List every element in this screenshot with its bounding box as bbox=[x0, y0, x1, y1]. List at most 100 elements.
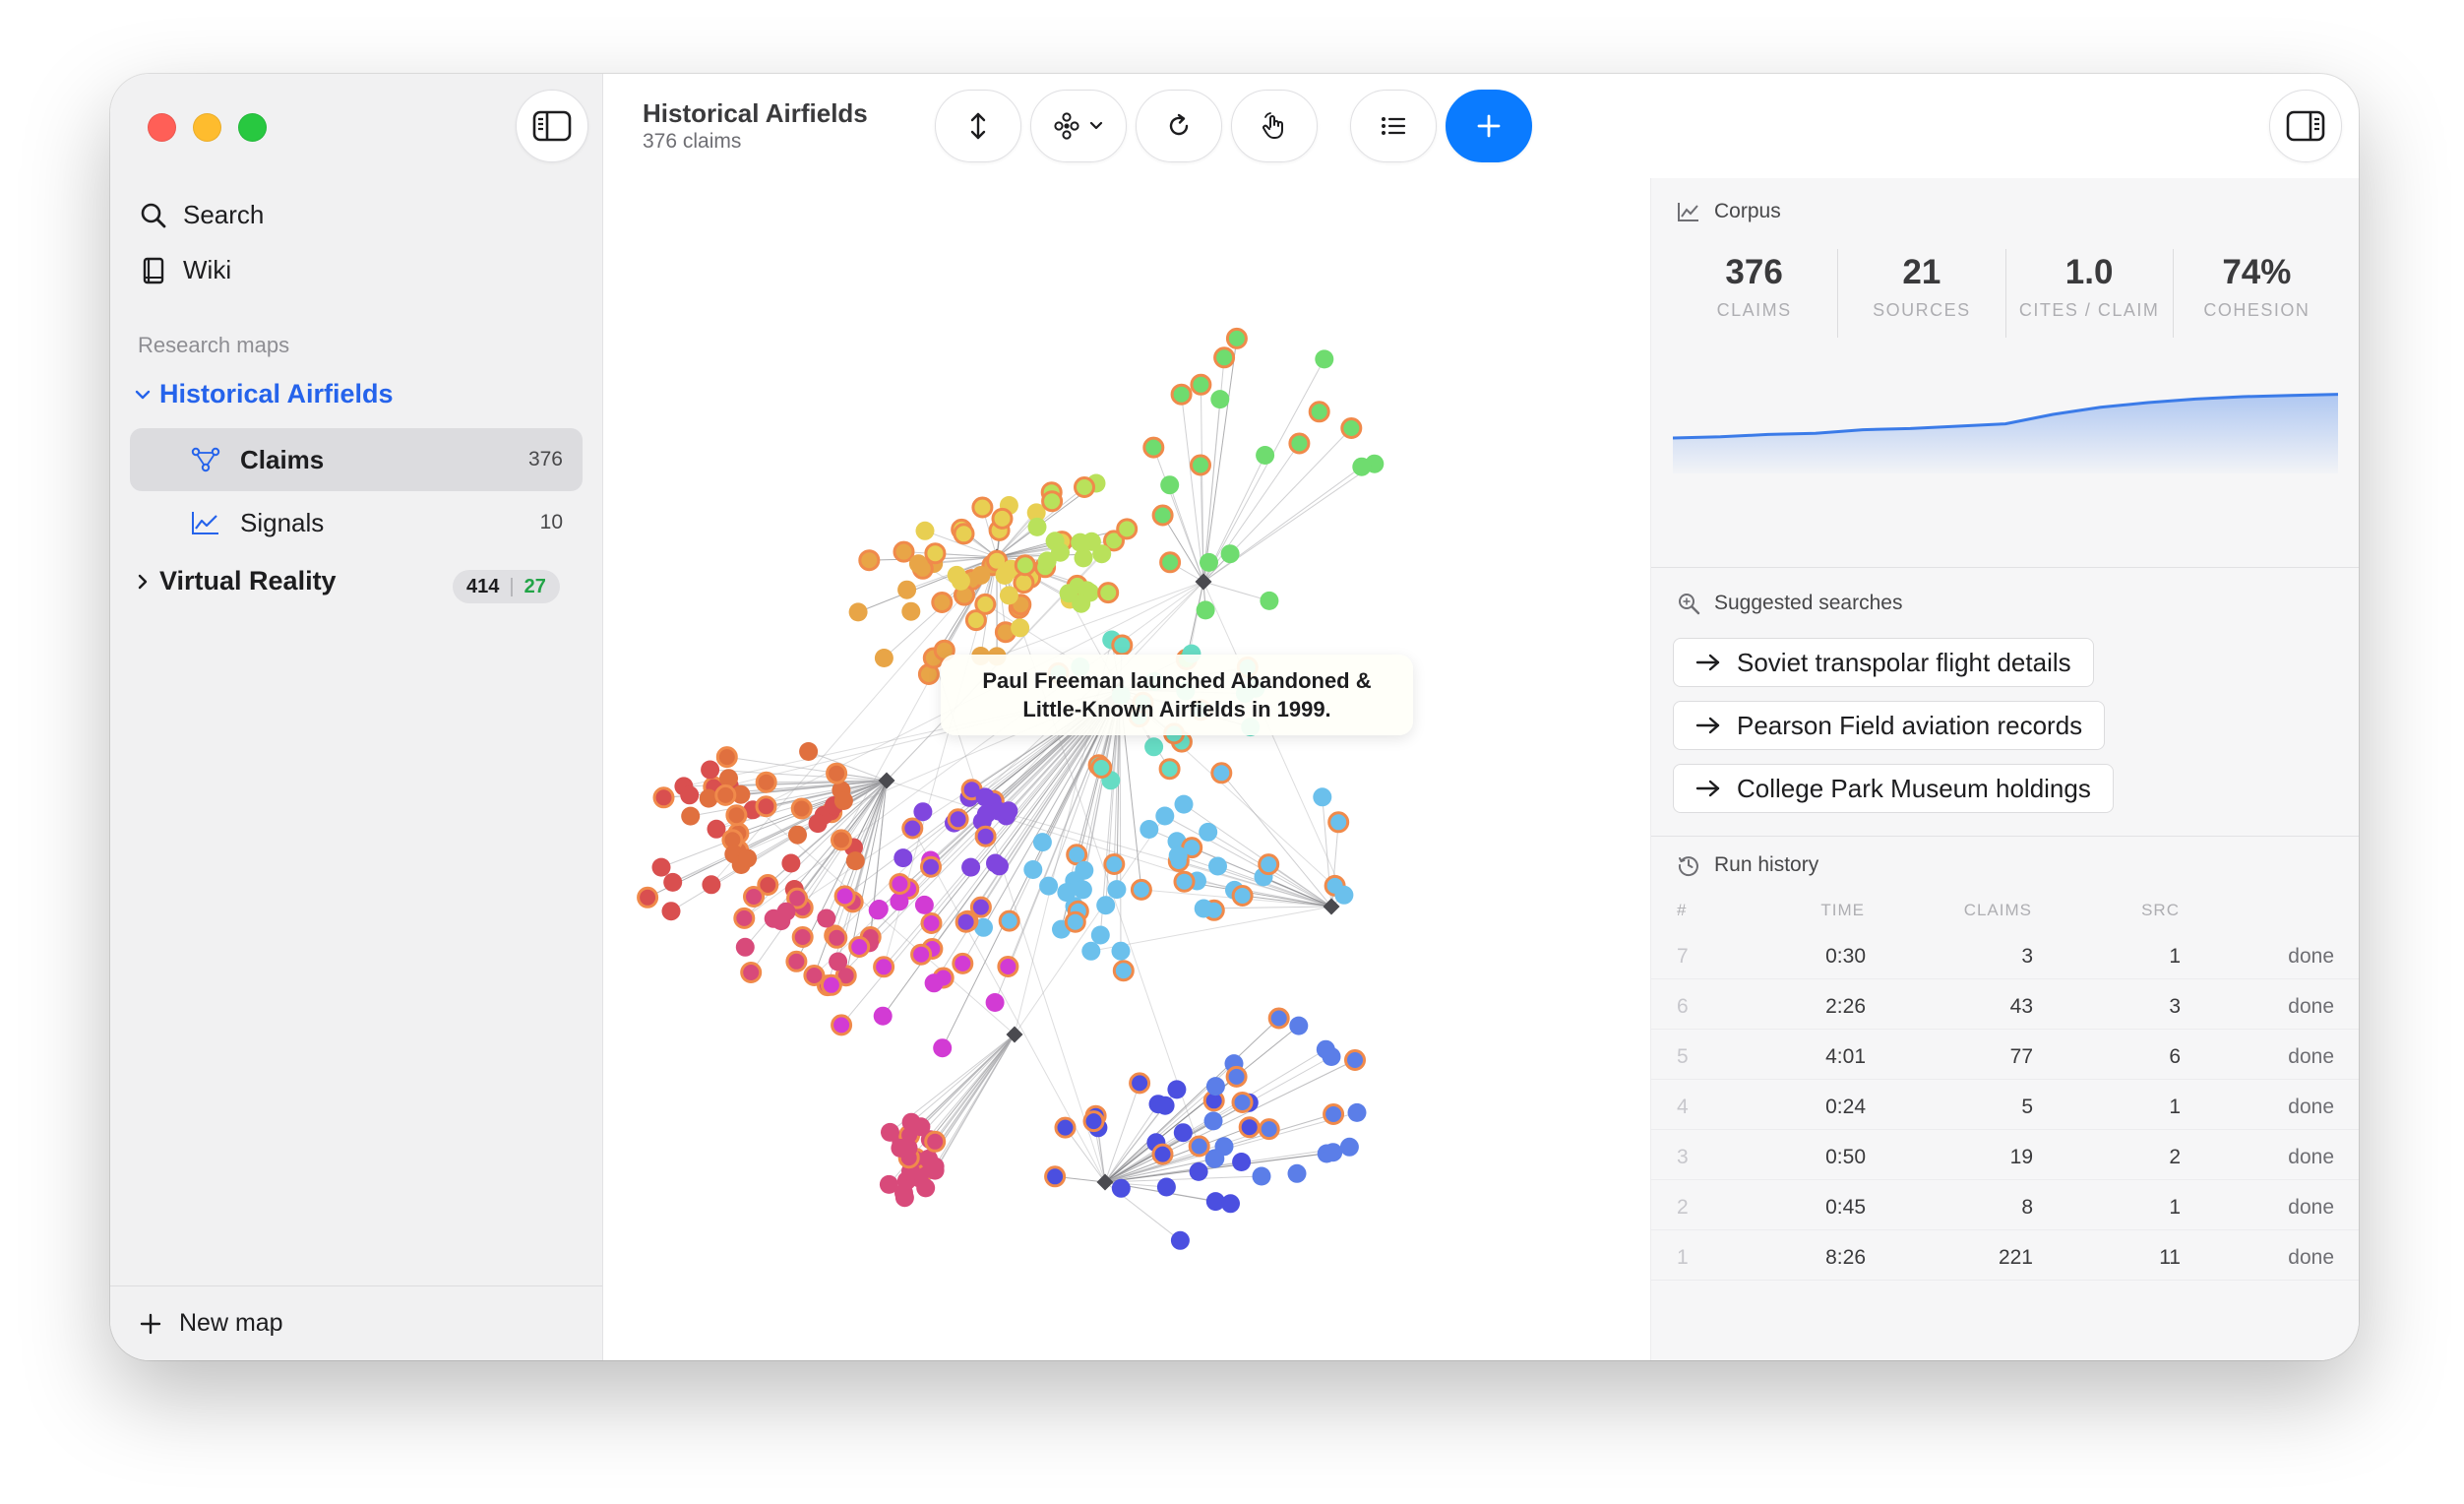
graph-claim-node[interactable] bbox=[1155, 1096, 1175, 1115]
graph-claim-node[interactable] bbox=[735, 937, 755, 957]
graph-claim-node[interactable] bbox=[799, 742, 819, 761]
graph-claim-node[interactable] bbox=[1107, 880, 1127, 900]
graph-claim-node[interactable] bbox=[999, 586, 1018, 605]
graph-claim-node[interactable] bbox=[1225, 1065, 1248, 1088]
graph-claim-node[interactable] bbox=[1327, 811, 1350, 834]
graph-claim-node[interactable] bbox=[1260, 591, 1279, 610]
graph-claim-node[interactable] bbox=[817, 909, 836, 928]
nav-search[interactable]: Search bbox=[140, 200, 264, 230]
graph-claim-node[interactable] bbox=[976, 804, 996, 824]
graph-claim-node[interactable] bbox=[776, 902, 796, 921]
graph-claim-node[interactable] bbox=[1071, 533, 1090, 552]
graph-claim-node[interactable] bbox=[990, 856, 1009, 876]
graph-claim-node[interactable] bbox=[1039, 876, 1059, 896]
graph-claim-node[interactable] bbox=[1205, 1149, 1225, 1168]
graph-claim-node[interactable] bbox=[1208, 856, 1227, 876]
graph-claim-node[interactable] bbox=[975, 787, 995, 807]
graph-claim-node[interactable] bbox=[974, 593, 997, 615]
graph-claim-node[interactable] bbox=[1203, 1111, 1223, 1131]
graph-claim-node[interactable] bbox=[897, 580, 917, 599]
graph-claim-node[interactable] bbox=[790, 797, 813, 820]
graph-claim-node[interactable] bbox=[680, 785, 700, 805]
graph-claim-node[interactable] bbox=[1051, 542, 1070, 562]
run-row[interactable]: 6 2:26 43 3 done bbox=[1651, 980, 2359, 1030]
run-row[interactable]: 1 8:26 221 11 done bbox=[1651, 1231, 2359, 1281]
graph-claim-node[interactable] bbox=[1096, 896, 1116, 915]
graph-claim-node[interactable] bbox=[1231, 885, 1254, 907]
graph-claim-node[interactable] bbox=[1324, 1143, 1343, 1162]
zoom-window-button[interactable] bbox=[238, 113, 267, 142]
graph-claim-node[interactable] bbox=[1013, 572, 1035, 595]
graph-claim-node[interactable] bbox=[733, 907, 756, 929]
graph-claim-node[interactable] bbox=[1129, 1072, 1151, 1095]
add-button[interactable] bbox=[1446, 90, 1532, 162]
graph-claim-node[interactable] bbox=[848, 602, 868, 622]
graph-claim-node[interactable] bbox=[1014, 554, 1036, 577]
graph-claim-node[interactable] bbox=[1308, 401, 1330, 423]
graph-claim-node[interactable] bbox=[1339, 1137, 1359, 1157]
graph-claim-node[interactable] bbox=[924, 542, 947, 565]
pointer-mode-button[interactable] bbox=[1231, 90, 1318, 162]
graph-claim-node[interactable] bbox=[874, 649, 893, 667]
graph-claim-node[interactable] bbox=[829, 952, 848, 971]
toggle-sidebar-button[interactable] bbox=[516, 90, 588, 162]
graph-claim-node[interactable] bbox=[1252, 1166, 1271, 1186]
graph-claim-node[interactable] bbox=[831, 829, 852, 851]
graph-claim-node[interactable] bbox=[1090, 757, 1113, 779]
graph-claim-node[interactable] bbox=[961, 857, 981, 877]
graph-claim-node[interactable] bbox=[908, 554, 928, 574]
graph-claim-node[interactable] bbox=[743, 886, 765, 908]
graph-claim-node[interactable] bbox=[913, 802, 933, 822]
claims-graph-canvas[interactable]: Paul Freeman launched Abandoned & Little… bbox=[603, 178, 1650, 1360]
graph-claim-node[interactable] bbox=[808, 814, 828, 834]
graph-claim-node[interactable] bbox=[1156, 1177, 1176, 1197]
layout-mode-dropdown[interactable] bbox=[1030, 90, 1127, 162]
graph-claim-node[interactable] bbox=[1258, 1118, 1280, 1141]
graph-claim-node[interactable] bbox=[1200, 552, 1218, 572]
toggle-inspector-button[interactable] bbox=[2269, 90, 2342, 162]
graph-claim-node[interactable] bbox=[826, 762, 848, 784]
graph-claim-node[interactable] bbox=[1288, 432, 1311, 455]
graph-claim-node[interactable] bbox=[1205, 1077, 1225, 1097]
graph-claim-node[interactable] bbox=[890, 892, 909, 911]
graph-claim-node[interactable] bbox=[1231, 1092, 1254, 1113]
graph-claim-node[interactable] bbox=[1322, 1047, 1341, 1066]
graph-claim-node[interactable] bbox=[971, 566, 991, 585]
graph-claim-node[interactable] bbox=[637, 886, 659, 909]
graph-claim-node[interactable] bbox=[1081, 941, 1101, 961]
graph-claim-node[interactable] bbox=[1116, 518, 1139, 540]
graph-claim-node[interactable] bbox=[1196, 600, 1215, 620]
graph-claim-node[interactable] bbox=[1221, 1194, 1240, 1214]
graph-claim-node[interactable] bbox=[701, 760, 720, 780]
graph-claim-node[interactable] bbox=[1344, 1049, 1366, 1071]
graph-claim-node[interactable] bbox=[661, 902, 681, 921]
graph-claim-node[interactable] bbox=[916, 1178, 936, 1198]
graph-claim-node[interactable] bbox=[1225, 327, 1248, 349]
graph-claim-node[interactable] bbox=[914, 895, 934, 914]
graph-claim-node[interactable] bbox=[858, 549, 881, 572]
graph-claim-node[interactable] bbox=[1352, 457, 1372, 476]
graph-claim-node[interactable] bbox=[952, 952, 974, 974]
run-row[interactable]: 2 0:45 8 1 done bbox=[1651, 1181, 2359, 1230]
graph-claim-node[interactable] bbox=[1167, 1080, 1187, 1099]
graph-claim-node[interactable] bbox=[702, 875, 721, 895]
graph-claim-node[interactable] bbox=[1151, 1143, 1174, 1165]
graph-claim-node[interactable] bbox=[1173, 870, 1196, 893]
graph-claim-node[interactable] bbox=[1097, 582, 1120, 604]
graph-claim-node[interactable] bbox=[788, 825, 807, 845]
suggested-search-3[interactable]: College Park Museum holdings bbox=[1673, 764, 2114, 813]
graph-claim-node[interactable] bbox=[1313, 787, 1332, 807]
graph-claim-node[interactable] bbox=[1210, 762, 1233, 784]
graph-claim-node[interactable] bbox=[1210, 390, 1230, 409]
graph-claim-node[interactable] bbox=[985, 993, 1005, 1012]
new-map-button[interactable]: New map bbox=[110, 1285, 602, 1360]
graph-claim-node[interactable] bbox=[738, 848, 758, 868]
graph-claim-node[interactable] bbox=[915, 521, 935, 540]
graph-claim-node[interactable] bbox=[999, 801, 1018, 821]
graph-claim-node[interactable] bbox=[891, 1138, 910, 1158]
graph-claim-node[interactable] bbox=[1315, 349, 1334, 369]
graph-claim-node[interactable] bbox=[714, 783, 737, 806]
sidebar-item-claims[interactable]: Claims 376 bbox=[130, 428, 583, 491]
graph-claim-node[interactable] bbox=[1082, 1110, 1105, 1133]
graph-claim-node[interactable] bbox=[955, 910, 977, 933]
